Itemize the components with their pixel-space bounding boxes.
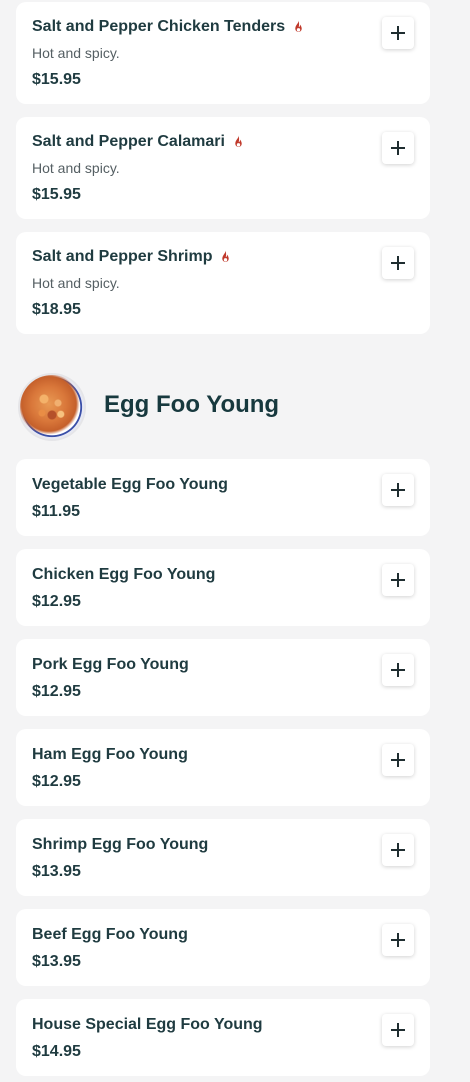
item-price: $18.95 bbox=[32, 301, 81, 318]
add-to-cart-button[interactable] bbox=[382, 744, 414, 776]
item-name: Salt and Pepper Shrimp bbox=[32, 248, 213, 265]
item-price: $12.95 bbox=[32, 593, 81, 610]
menu-item-card[interactable]: House Special Egg Foo Young $14.95 bbox=[16, 999, 430, 1076]
plus-icon bbox=[391, 483, 405, 497]
flame-icon bbox=[222, 250, 230, 262]
item-description: Hot and spicy. bbox=[32, 160, 120, 176]
plus-icon bbox=[391, 26, 405, 40]
add-to-cart-button[interactable] bbox=[382, 1014, 414, 1046]
item-price: $13.95 bbox=[32, 953, 81, 970]
item-name: Ham Egg Foo Young bbox=[32, 746, 188, 763]
item-description: Hot and spicy. bbox=[32, 45, 120, 61]
item-name: Vegetable Egg Foo Young bbox=[32, 476, 228, 493]
item-description: Hot and spicy. bbox=[32, 275, 120, 291]
section-header: Egg Foo Young bbox=[16, 371, 430, 443]
item-price: $15.95 bbox=[32, 71, 81, 88]
menu-item-card[interactable]: Beef Egg Foo Young $13.95 bbox=[16, 909, 430, 986]
plus-icon bbox=[391, 1023, 405, 1037]
add-to-cart-button[interactable] bbox=[382, 924, 414, 956]
menu-item-card[interactable]: Salt and Pepper Shrimp Hot and spicy. $1… bbox=[16, 232, 430, 334]
menu-item-card[interactable]: Vegetable Egg Foo Young $11.95 bbox=[16, 459, 430, 536]
plus-icon bbox=[391, 256, 405, 270]
item-price: $13.95 bbox=[32, 863, 81, 880]
item-name: Shrimp Egg Foo Young bbox=[32, 836, 209, 853]
add-to-cart-button[interactable] bbox=[382, 564, 414, 596]
plus-icon bbox=[391, 573, 405, 587]
item-price: $11.95 bbox=[32, 503, 81, 520]
item-name: Pork Egg Foo Young bbox=[32, 656, 189, 673]
egg-foo-young-photo bbox=[20, 375, 84, 439]
item-price: $12.95 bbox=[32, 773, 81, 790]
flame-icon bbox=[235, 135, 242, 147]
add-to-cart-button[interactable] bbox=[382, 654, 414, 686]
plus-icon bbox=[391, 933, 405, 947]
menu-item-card[interactable]: Ham Egg Foo Young $12.95 bbox=[16, 729, 430, 806]
menu-item-card[interactable]: Shrimp Egg Foo Young $13.95 bbox=[16, 819, 430, 896]
plus-icon bbox=[391, 663, 405, 677]
add-to-cart-button[interactable] bbox=[382, 132, 414, 164]
add-to-cart-button[interactable] bbox=[382, 474, 414, 506]
add-to-cart-button[interactable] bbox=[382, 834, 414, 866]
add-to-cart-button[interactable] bbox=[382, 247, 414, 279]
plus-icon bbox=[391, 141, 405, 155]
section-title: Egg Foo Young bbox=[104, 391, 280, 418]
item-name: Salt and Pepper Chicken Tenders bbox=[32, 18, 286, 35]
menu-item-card[interactable]: Salt and Pepper Chicken Tenders Hot and … bbox=[16, 2, 430, 104]
menu-item-card[interactable]: Salt and Pepper Calamari Hot and spicy. … bbox=[16, 117, 430, 219]
item-price: $12.95 bbox=[32, 683, 81, 700]
menu-item-card[interactable]: Pork Egg Foo Young $12.95 bbox=[16, 639, 430, 716]
flame-icon bbox=[295, 20, 302, 32]
item-name: Beef Egg Foo Young bbox=[32, 926, 188, 943]
plus-icon bbox=[391, 753, 405, 767]
item-price: $15.95 bbox=[32, 186, 81, 203]
item-name: Chicken Egg Foo Young bbox=[32, 566, 216, 583]
plus-icon bbox=[391, 843, 405, 857]
menu-item-card[interactable]: Chicken Egg Foo Young $12.95 bbox=[16, 549, 430, 626]
item-name: Salt and Pepper Calamari bbox=[32, 133, 225, 150]
add-to-cart-button[interactable] bbox=[382, 17, 414, 49]
item-name: House Special Egg Foo Young bbox=[32, 1016, 263, 1033]
item-price: $14.95 bbox=[32, 1043, 81, 1060]
